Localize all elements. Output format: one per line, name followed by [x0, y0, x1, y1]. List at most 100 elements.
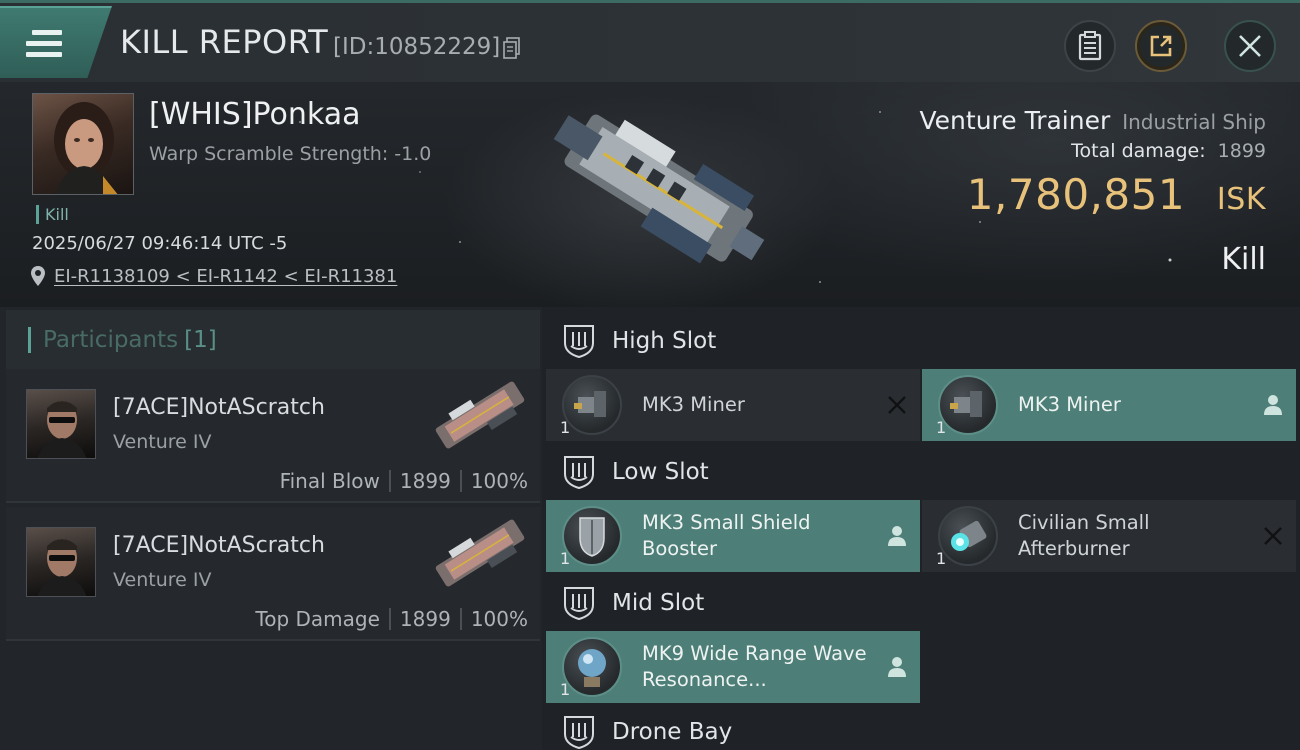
destroyed-x-icon — [888, 396, 906, 414]
participant-row[interactable]: [7ACE]NotAScratch Venture IV Top Damage … — [6, 507, 540, 641]
participants-count: [1] — [184, 327, 217, 353]
afterburner-icon — [938, 506, 998, 566]
header-accent-bar — [28, 327, 31, 353]
share-icon — [1150, 35, 1172, 57]
module-quantity: 1 — [936, 549, 947, 568]
participant-role: Top Damage — [255, 607, 380, 631]
resonance-module-icon — [562, 637, 622, 697]
participant-damage: 1899 — [399, 469, 451, 493]
participant-ship: Venture IV — [113, 569, 212, 591]
mid-slot-label: Mid Slot — [612, 590, 705, 616]
warp-scramble-strength: Warp Scramble Strength: -1.0 — [149, 143, 432, 165]
victim-portrait[interactable] — [32, 93, 134, 195]
module-name: MK3 Small Shield Booster — [642, 510, 811, 560]
low-slot-header: Low Slot — [562, 452, 709, 492]
slot-shield-icon — [564, 456, 594, 490]
location-route[interactable]: EI-R1138109 < EI-R1142 < EI-R11381 — [54, 266, 397, 287]
module-name: MK3 Miner — [642, 392, 745, 416]
isk-unit: ISK — [1216, 182, 1266, 217]
isk-amount: 1,780,851 — [966, 170, 1186, 219]
participant-row[interactable]: [7ACE]NotAScratch Venture IV Final Blow … — [6, 369, 540, 503]
avatar-image — [54, 102, 118, 194]
ship-class: Industrial Ship — [1122, 110, 1266, 134]
dropped-person-icon — [888, 657, 906, 677]
total-damage: Total damage: 1899 — [1071, 140, 1266, 162]
module-card[interactable]: 1 MK3 Miner — [922, 369, 1296, 441]
dropped-person-icon — [888, 526, 906, 546]
participants-panel: Participants [1] [7ACE]NotAScratch Ventu… — [0, 307, 542, 750]
participant-ship: Venture IV — [113, 431, 212, 453]
location-pin-icon — [31, 266, 45, 286]
fitting-panel: High Slot 1 MK3 Miner 1 MK3 Miner Low Sl… — [542, 307, 1300, 750]
slot-shield-icon — [564, 325, 594, 359]
page-title: KILL REPORT — [120, 23, 329, 61]
miner-module-icon — [938, 375, 998, 435]
clipboard-button[interactable] — [1064, 20, 1116, 72]
module-quantity: 1 — [936, 418, 947, 437]
module-quantity: 1 — [560, 680, 571, 699]
stat-divider — [459, 608, 462, 630]
participant-damage: 1899 — [399, 607, 451, 631]
total-damage-value: 1899 — [1217, 140, 1266, 162]
kill-datetime: 2025/06/27 09:46:14 UTC -5 — [32, 233, 288, 254]
stat-divider — [459, 470, 462, 492]
participant-name[interactable]: [7ACE]NotAScratch — [113, 533, 325, 558]
stat-divider — [388, 608, 391, 630]
total-damage-label: Total damage: — [1071, 140, 1206, 162]
participant-avatar[interactable] — [26, 527, 96, 597]
ship-name-text: Venture Trainer — [919, 106, 1111, 135]
participant-ship-image — [435, 519, 525, 587]
hamburger-icon — [26, 30, 62, 63]
isk-value: 1,780,851 ISK — [967, 170, 1266, 219]
module-name: MK3 Miner — [1018, 392, 1121, 416]
slot-shield-icon — [564, 716, 594, 750]
close-icon — [1239, 35, 1261, 57]
drone-bay-label: Drone Bay — [612, 719, 733, 745]
mid-slot-header: Mid Slot — [562, 583, 704, 623]
avatar-image — [37, 401, 87, 458]
low-slot-label: Low Slot — [612, 459, 709, 485]
drone-bay-header: Drone Bay — [562, 712, 732, 750]
participant-stats: Final Blow 1899 100% — [280, 469, 528, 493]
close-button[interactable] — [1224, 20, 1276, 72]
copy-icon[interactable] — [503, 37, 521, 59]
participant-name[interactable]: [7ACE]NotAScratch — [113, 395, 325, 420]
participants-header[interactable]: Participants [1] — [6, 310, 540, 370]
kill-location[interactable]: EI-R1138109 < EI-R1142 < EI-R11381 — [30, 265, 397, 287]
menu-button[interactable] — [0, 6, 112, 78]
slot-shield-icon — [564, 587, 594, 621]
module-name: Civilian Small Afterburner — [1018, 510, 1150, 560]
high-slot-label: High Slot — [612, 328, 717, 354]
high-slot-header: High Slot — [562, 321, 716, 361]
victim-name[interactable]: [WHIS]Ponkaa — [149, 97, 361, 132]
top-bar: KILL REPORT [ID:10852229] — [0, 0, 1300, 82]
avatar-image — [37, 539, 87, 596]
participant-ship-image — [435, 381, 525, 449]
participant-avatar[interactable] — [26, 389, 96, 459]
kill-tag: Kill — [36, 205, 69, 224]
module-quantity: 1 — [560, 418, 571, 437]
dropped-person-icon — [1264, 395, 1282, 415]
destroyed-x-icon — [1264, 527, 1282, 545]
victim-ship-image[interactable] — [520, 87, 790, 302]
module-card[interactable]: 1 Civilian Small Afterburner — [922, 500, 1296, 572]
victim-banner: [WHIS]Ponkaa Warp Scramble Strength: -1.… — [0, 82, 1300, 307]
report-id: [ID:10852229] — [333, 34, 501, 60]
victim-ship-name[interactable]: Venture Trainer Industrial Ship — [920, 106, 1266, 135]
participant-percent: 100% — [470, 469, 528, 493]
module-card[interactable]: 1 MK9 Wide Range Wave Resonance... — [546, 631, 920, 703]
participant-percent: 100% — [470, 607, 528, 631]
shield-booster-icon — [562, 506, 622, 566]
module-card[interactable]: 1 MK3 Small Shield Booster — [546, 500, 920, 572]
clipboard-icon — [1078, 31, 1102, 61]
participants-label: Participants — [43, 327, 179, 353]
module-card[interactable]: 1 MK3 Miner — [546, 369, 920, 441]
participant-role: Final Blow — [279, 469, 380, 493]
stat-divider — [388, 470, 391, 492]
module-quantity: 1 — [560, 549, 571, 568]
share-button[interactable] — [1135, 20, 1187, 72]
miner-module-icon — [562, 375, 622, 435]
module-name: MK9 Wide Range Wave Resonance... — [642, 641, 867, 691]
participant-stats: Top Damage 1899 100% — [255, 607, 528, 631]
result-label: Kill — [1221, 242, 1266, 277]
